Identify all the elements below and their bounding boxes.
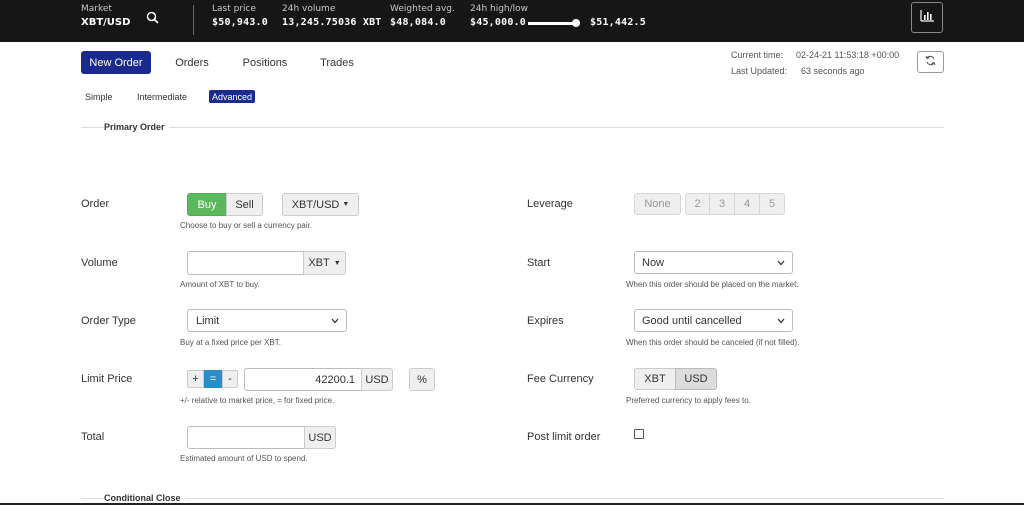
market-header: Market XBT/USD Last price $50,943.0 24h … [0, 0, 1024, 42]
volume-label: 24h volume [282, 4, 336, 14]
mode-advanced[interactable]: Advanced [209, 90, 256, 103]
order-type-help: Buy at a fixed price per XBT. [180, 338, 281, 347]
fee-currency-xbt[interactable]: XBT [634, 368, 676, 390]
leverage-2[interactable]: 2 [685, 193, 710, 215]
chevron-down-icon [331, 315, 339, 327]
weighted-avg-label: Weighted avg. [390, 4, 455, 14]
last-price-stat: Last price $50,943.0 [212, 4, 268, 28]
leverage-5[interactable]: 5 [759, 193, 785, 215]
volume-currency-dropdown[interactable]: XBT ▼ [303, 251, 346, 275]
range-fill [528, 22, 576, 25]
tab-trades[interactable]: Trades [315, 51, 359, 74]
limit-price-input[interactable]: 42200.1 [244, 368, 362, 391]
tab-orders[interactable]: Orders [170, 51, 214, 74]
expires-label: Expires [527, 315, 564, 327]
market-pair: XBT/USD [81, 17, 131, 28]
high-low-label: 24h high/low [470, 4, 529, 14]
post-limit-label: Post limit order [527, 431, 601, 443]
bar-chart-icon [920, 9, 934, 27]
limit-price-help: +/- relative to market price, = for fixe… [180, 396, 335, 405]
caret-down-icon: ▼ [333, 259, 341, 267]
fee-currency-help: Preferred currency to apply fees to. [626, 396, 751, 405]
high-low-range-bar [528, 19, 580, 27]
expires-value: Good until cancelled [642, 314, 742, 327]
fee-currency-usd[interactable]: USD [675, 368, 717, 390]
weighted-avg-value: $48,084.0 [390, 17, 446, 28]
sell-button[interactable]: Sell [226, 193, 263, 216]
last-price-value: $50,943.0 [212, 17, 268, 28]
search-icon[interactable] [146, 11, 159, 29]
plus-button[interactable]: + [187, 370, 204, 388]
expires-select[interactable]: Good until cancelled [634, 309, 793, 332]
order-type-select[interactable]: Limit [187, 309, 347, 332]
order-type-value: Limit [196, 314, 220, 327]
last-price-label: Last price [212, 4, 257, 14]
leverage-4[interactable]: 4 [734, 193, 760, 215]
conditional-close-title: Conditional Close [104, 493, 185, 503]
minus-button[interactable]: - [222, 370, 238, 388]
total-currency: USD [304, 426, 336, 449]
current-time-label: Current time: [731, 50, 784, 60]
start-help: When this order should be placed on the … [626, 280, 799, 289]
header-divider [193, 5, 194, 35]
high-value: $51,442.5 [590, 17, 646, 28]
total-input[interactable] [187, 426, 305, 449]
high-value-wrap: $51,442.5 [590, 17, 646, 28]
volume-stat: 24h volume 13,245.75036 XBT [282, 4, 382, 28]
leverage-none[interactable]: None [634, 193, 681, 215]
primary-order-title: Primary Order [104, 122, 169, 132]
volume-help: Amount of XBT to buy. [180, 280, 260, 289]
high-low-stat: 24h high/low $45,000.0 [470, 4, 528, 28]
order-type-label: Order Type [81, 315, 136, 327]
tab-positions[interactable]: Positions [238, 51, 292, 74]
start-select[interactable]: Now [634, 251, 793, 274]
chart-toggle-button[interactable] [911, 2, 943, 33]
total-help: Estimated amount of USD to spend. [180, 454, 308, 463]
section-divider [81, 498, 944, 499]
limit-price-label: Limit Price [81, 373, 133, 385]
volume-currency: XBT [308, 257, 330, 269]
total-label: Total [81, 431, 105, 443]
caret-down-icon: ▼ [342, 201, 350, 208]
buy-button[interactable]: Buy [187, 193, 227, 216]
mode-simple[interactable]: Simple [85, 90, 113, 103]
chevron-down-icon [777, 315, 785, 327]
percent-button[interactable]: % [409, 368, 435, 391]
order-help: Choose to buy or sell a currency pair. [180, 221, 313, 230]
expires-help: When this order should be canceled (if n… [626, 338, 800, 347]
volume-label: Volume [81, 257, 118, 269]
leverage-3[interactable]: 3 [709, 193, 735, 215]
limit-price-currency: USD [361, 368, 393, 391]
equals-button[interactable]: = [204, 370, 222, 388]
range-knob [571, 19, 580, 27]
market-label: Market [81, 4, 112, 14]
pair-dropdown-label: XBT/USD [291, 198, 340, 211]
refresh-icon [925, 53, 936, 71]
refresh-button[interactable] [917, 51, 944, 73]
order-label: Order [81, 198, 110, 210]
post-limit-checkbox[interactable] [634, 429, 644, 439]
start-label: Start [527, 257, 551, 269]
mode-intermediate[interactable]: Intermediate [137, 90, 187, 103]
current-time-value: 02-24-21 11:53:18 +00:00 [796, 50, 900, 60]
pair-dropdown[interactable]: XBT/USD ▼ [282, 193, 359, 216]
last-updated-label: Last Updated: [731, 66, 788, 76]
chevron-down-icon [777, 257, 785, 269]
market-selector[interactable]: Market XBT/USD [81, 4, 130, 28]
section-divider [81, 127, 944, 128]
fee-currency-label: Fee Currency [527, 373, 594, 385]
last-updated-value: 63 seconds ago [801, 66, 865, 76]
start-value: Now [642, 256, 665, 269]
volume-value: 13,245.75036 XBT [282, 17, 382, 28]
low-value: $45,000.0 [470, 17, 526, 28]
volume-input[interactable] [187, 251, 304, 275]
leverage-label: Leverage [527, 198, 573, 210]
tab-new-order[interactable]: New Order [81, 51, 151, 74]
weighted-avg-stat: Weighted avg. $48,084.0 [390, 4, 455, 28]
